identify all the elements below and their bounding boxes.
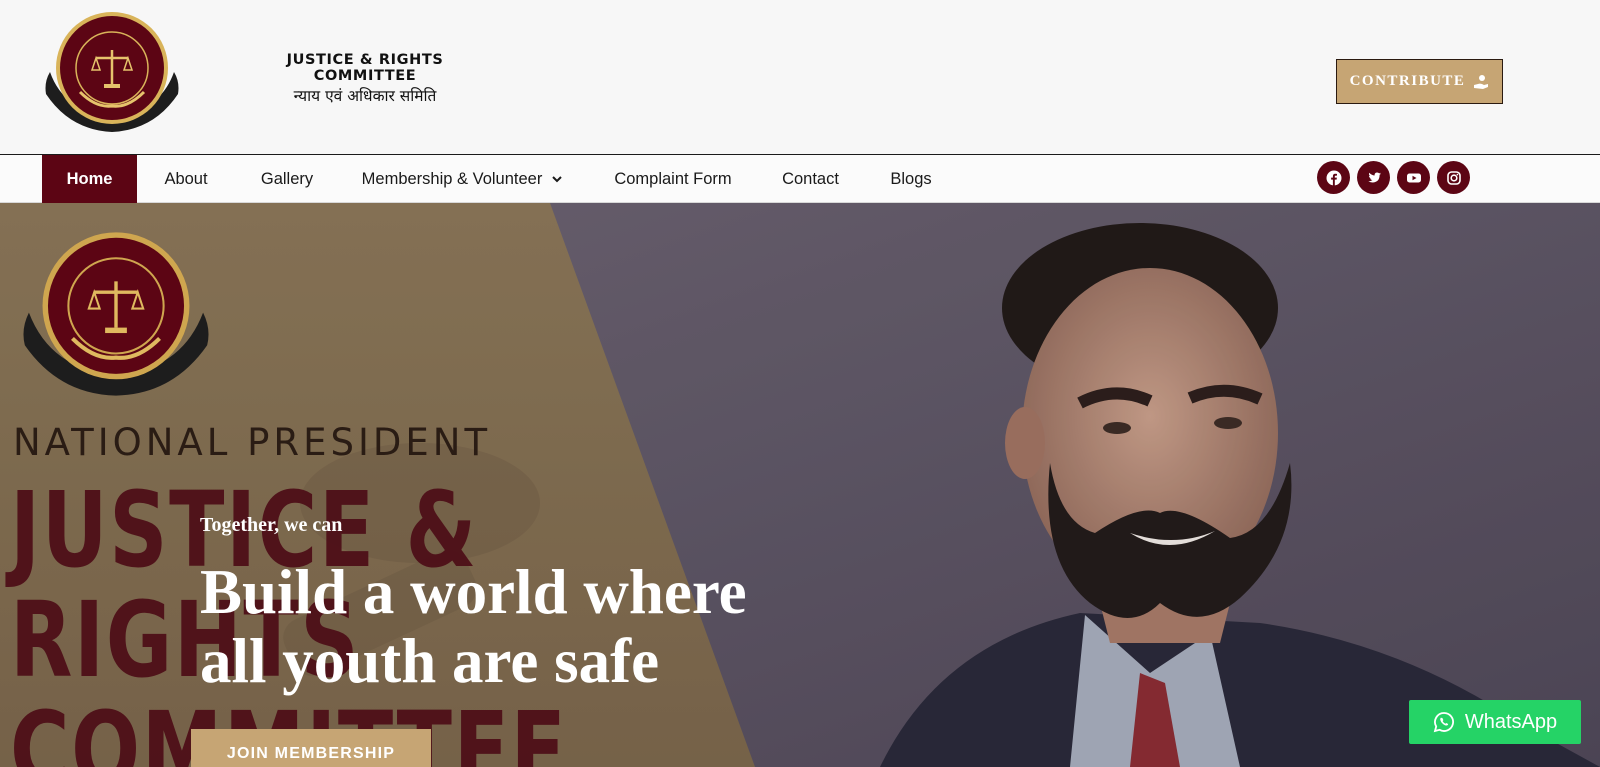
- twitter-link[interactable]: [1357, 161, 1390, 194]
- contribute-label: CONTRIBUTE: [1349, 73, 1466, 89]
- whatsapp-icon: [1433, 712, 1454, 733]
- whatsapp-button[interactable]: WhatsApp: [1409, 700, 1581, 744]
- hero-tagline: Together, we can: [200, 514, 343, 536]
- nav-item-complaint-form[interactable]: Complaint Form: [604, 155, 742, 203]
- hero-logo: [23, 232, 209, 396]
- join-membership-button[interactable]: JOIN MEMBERSHIP: [191, 729, 431, 767]
- hero-headline-line-1: Build a world where: [200, 557, 747, 627]
- twitter-icon: [1367, 172, 1381, 182]
- org-name-english: JUSTICE & RIGHTS COMMITTEE: [286, 52, 444, 84]
- org-name-hindi: न्याय एवं अधिकार समिति: [293, 87, 437, 105]
- donate-hand-icon: [1474, 74, 1489, 89]
- youtube-icon: [1406, 173, 1421, 182]
- org-logo[interactable]: [40, 12, 184, 134]
- instagram-icon: [1446, 170, 1461, 185]
- site-header: JUSTICE & RIGHTS COMMITTEE न्याय एवं अधि…: [0, 0, 1600, 154]
- nav-item-membership[interactable]: Membership & Volunteer: [356, 155, 568, 203]
- hero-banner: NATIONAL PRESIDENT JUSTICE & RIGHTS COMM…: [0, 203, 1600, 767]
- main-nav: Home About Gallery Membership & Voluntee…: [0, 154, 1600, 203]
- hero-headline: Build a world where all youth are safe: [200, 558, 747, 696]
- contribute-button[interactable]: CONTRIBUTE: [1336, 59, 1503, 104]
- hero-headline-line-2: all youth are safe: [200, 626, 660, 696]
- nav-item-gallery[interactable]: Gallery: [248, 155, 326, 203]
- nav-item-contact[interactable]: Contact: [772, 155, 849, 203]
- instagram-link[interactable]: [1437, 161, 1470, 194]
- org-name: JUSTICE & RIGHTS COMMITTEE न्याय एवं अधि…: [240, 52, 490, 106]
- nav-item-membership-label: Membership & Volunteer: [361, 169, 543, 188]
- nav-item-home[interactable]: Home: [42, 155, 137, 203]
- nav-item-about[interactable]: About: [151, 155, 221, 203]
- nav-item-blogs[interactable]: Blogs: [881, 155, 941, 203]
- role-title: NATIONAL PRESIDENT: [13, 421, 492, 464]
- facebook-icon: [1326, 170, 1341, 186]
- facebook-link[interactable]: [1317, 161, 1350, 194]
- youtube-link[interactable]: [1397, 161, 1430, 194]
- chevron-down-icon: [552, 176, 563, 183]
- whatsapp-label: WhatsApp: [1464, 710, 1558, 733]
